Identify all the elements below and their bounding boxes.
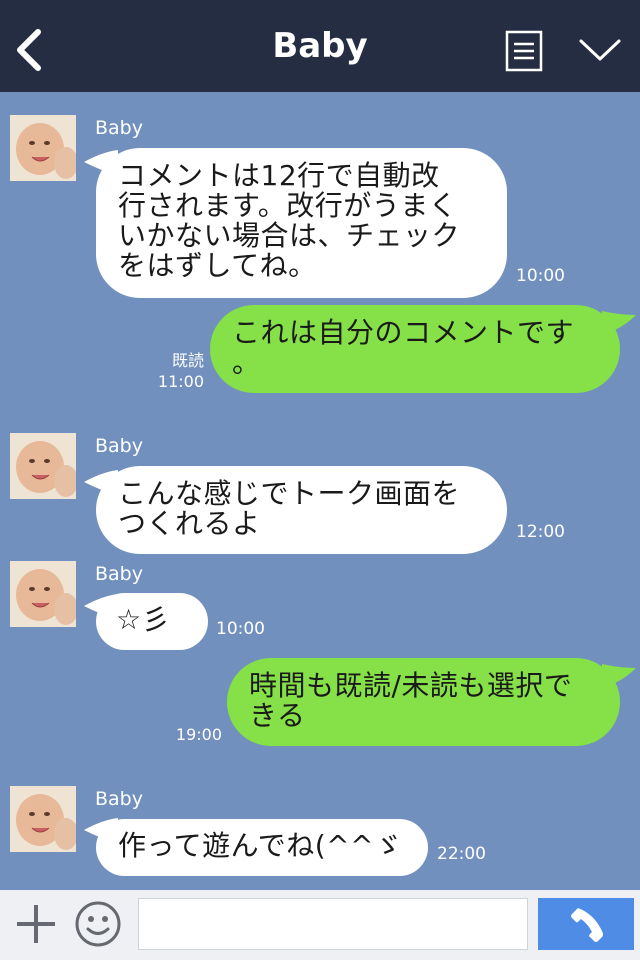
message-input[interactable] xyxy=(138,898,528,950)
bubble-tail xyxy=(602,311,636,335)
sender-name: Baby xyxy=(95,788,143,810)
sender-name: Baby xyxy=(95,435,143,457)
smiley-icon[interactable] xyxy=(74,900,122,948)
input-bar xyxy=(0,890,640,960)
chat-area[interactable]: Baby コメントは12行で自動改 行されます。改行がうまく いかない場合は、チ… xyxy=(0,92,640,890)
phone-icon xyxy=(571,908,603,942)
avatar[interactable] xyxy=(10,115,76,181)
chevron-down-icon[interactable] xyxy=(578,36,622,64)
message-bubble[interactable]: 時間も既読/未読も選択で きる xyxy=(227,658,620,746)
avatar[interactable] xyxy=(10,561,76,627)
message-bubble[interactable]: こんな感じでトーク画面を つくれるよ xyxy=(96,466,507,554)
message-bubble[interactable]: 作って遊んでね(^^ゞ xyxy=(96,819,428,876)
avatar[interactable] xyxy=(10,433,76,499)
header-bar: Baby xyxy=(0,0,640,92)
bubble-tail xyxy=(602,664,636,688)
sender-name: Baby xyxy=(95,117,143,139)
read-label: 既読 xyxy=(171,351,204,370)
baby-face-icon xyxy=(10,786,76,852)
message-bubble[interactable]: コメントは12行で自動改 行されます。改行がうまく いかない場合は、チェック を… xyxy=(96,148,507,298)
avatar[interactable] xyxy=(10,786,76,852)
message-bubble[interactable]: ☆彡 xyxy=(96,593,208,650)
call-button[interactable] xyxy=(538,898,634,950)
message-time: 19:00 xyxy=(175,725,222,744)
sender-name: Baby xyxy=(95,563,143,585)
message-bubble[interactable]: これは自分のコメントです 。 xyxy=(210,305,620,393)
read-status: 19:00 xyxy=(150,724,222,745)
menu-list-icon[interactable] xyxy=(505,30,543,72)
read-status: 既読 11:00 xyxy=(140,350,204,392)
baby-face-icon xyxy=(10,115,76,181)
message-time: 10:00 xyxy=(516,266,565,286)
baby-face-icon xyxy=(10,433,76,499)
message-time: 10:00 xyxy=(216,619,265,639)
chat-title: Baby xyxy=(272,26,368,66)
message-time: 22:00 xyxy=(437,844,486,864)
message-time: 11:00 xyxy=(157,372,204,391)
baby-face-icon xyxy=(10,561,76,627)
plus-icon[interactable] xyxy=(14,902,58,946)
message-time: 12:00 xyxy=(516,522,565,542)
